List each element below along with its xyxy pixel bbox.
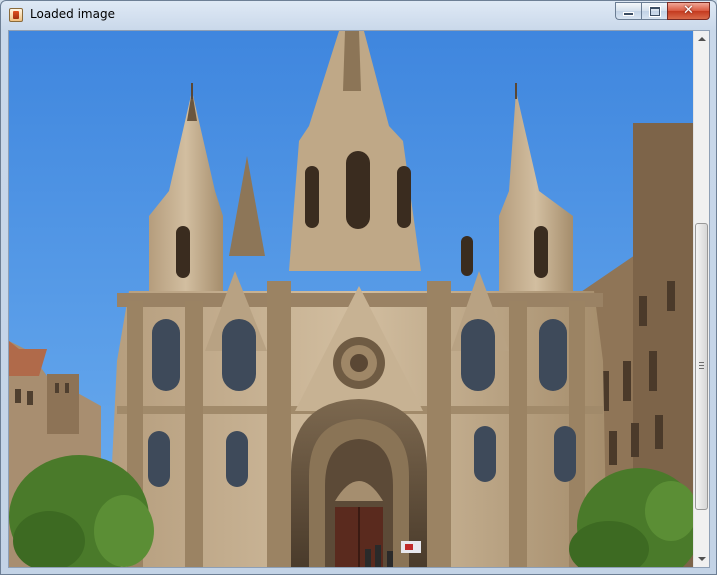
minimize-button[interactable] bbox=[615, 2, 641, 20]
scroll-down-button[interactable] bbox=[694, 551, 709, 567]
cathedral-photo bbox=[9, 31, 693, 567]
close-button[interactable]: ✕ bbox=[667, 2, 710, 20]
java-app-icon[interactable] bbox=[9, 8, 23, 22]
maximize-button[interactable] bbox=[641, 2, 667, 20]
title-bar[interactable]: Loaded image ✕ bbox=[1, 1, 716, 30]
client-area bbox=[8, 30, 710, 568]
grip-icon bbox=[699, 362, 704, 370]
scrollbar-thumb[interactable] bbox=[695, 223, 708, 510]
window-title: Loaded image bbox=[30, 7, 115, 21]
scroll-up-button[interactable] bbox=[694, 31, 709, 47]
image-viewer-window: Loaded image ✕ bbox=[0, 0, 717, 575]
loaded-image[interactable] bbox=[9, 31, 693, 567]
close-icon: ✕ bbox=[683, 3, 694, 18]
window-controls: ✕ bbox=[615, 2, 710, 20]
vertical-scrollbar[interactable] bbox=[693, 31, 709, 567]
